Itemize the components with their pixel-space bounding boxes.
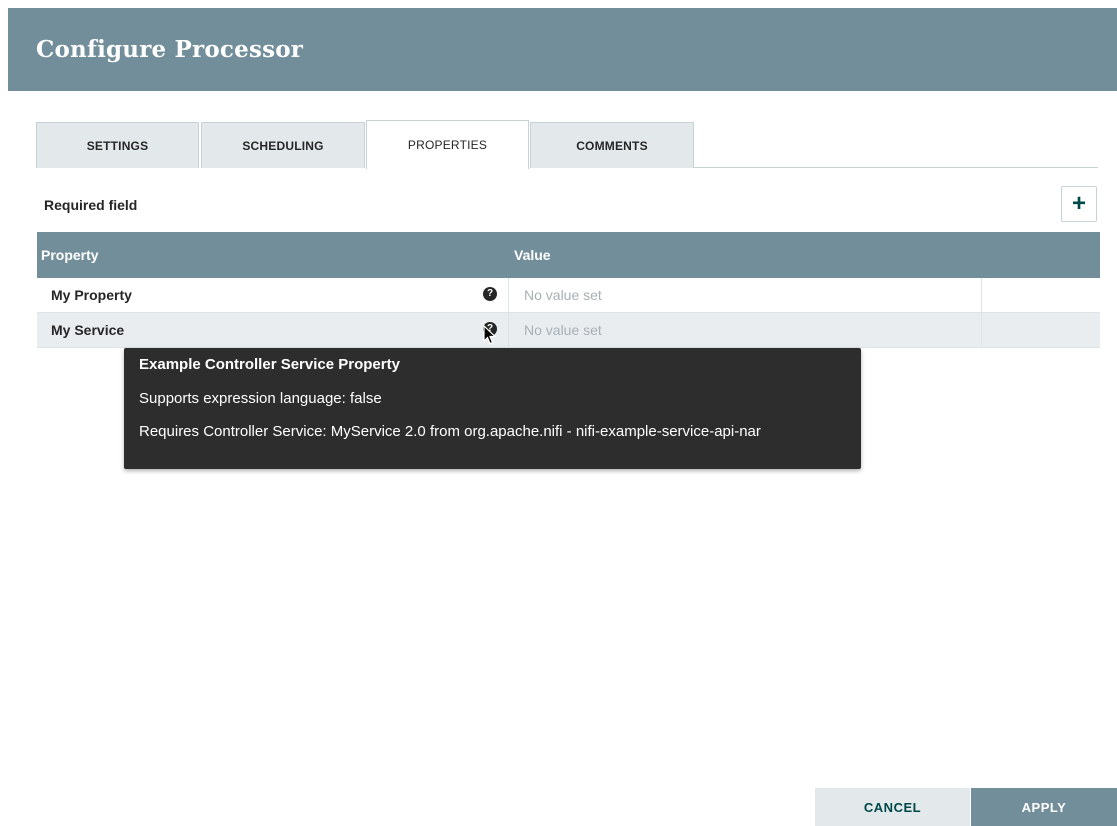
properties-table: Property Value My Property ? No value se… (37, 232, 1100, 348)
tooltip-title: Example Controller Service Property (139, 356, 400, 373)
dialog-title: Configure Processor (36, 36, 304, 63)
property-value: No value set (524, 322, 602, 338)
property-help-tooltip: Example Controller Service Property Supp… (124, 348, 861, 469)
property-name: My Property (51, 287, 132, 303)
tab-bar: SETTINGS SCHEDULING PROPERTIES COMMENTS (36, 120, 1098, 169)
add-property-button[interactable]: + (1061, 186, 1097, 222)
column-header-property[interactable]: Property (41, 247, 99, 263)
property-value-cell[interactable]: No value set (508, 278, 982, 312)
cancel-button[interactable]: CANCEL (815, 788, 970, 826)
property-value-cell[interactable]: No value set (508, 313, 982, 347)
tab-properties[interactable]: PROPERTIES (366, 120, 529, 169)
plus-icon: + (1071, 190, 1086, 217)
tab-bar-divider (694, 167, 1098, 168)
table-header: Property Value (37, 232, 1100, 278)
tab-scheduling[interactable]: SCHEDULING (201, 122, 365, 168)
required-field-label: Required field (44, 197, 138, 213)
tab-settings[interactable]: SETTINGS (36, 122, 199, 168)
property-name: My Service (51, 322, 125, 338)
dialog-header: Configure Processor (8, 8, 1117, 91)
question-circle-icon[interactable]: ? (483, 287, 497, 301)
tooltip-expression-language: Supports expression language: false (139, 390, 382, 407)
table-row[interactable]: My Service ? No value set (37, 313, 1100, 348)
tooltip-requires-service: Requires Controller Service: MyService 2… (139, 423, 761, 440)
mouse-pointer-icon (483, 325, 497, 345)
column-header-value[interactable]: Value (514, 247, 551, 263)
tab-comments[interactable]: COMMENTS (530, 122, 694, 168)
table-row[interactable]: My Property ? No value set (37, 278, 1100, 313)
property-value: No value set (524, 287, 602, 303)
apply-button[interactable]: APPLY (971, 788, 1117, 826)
